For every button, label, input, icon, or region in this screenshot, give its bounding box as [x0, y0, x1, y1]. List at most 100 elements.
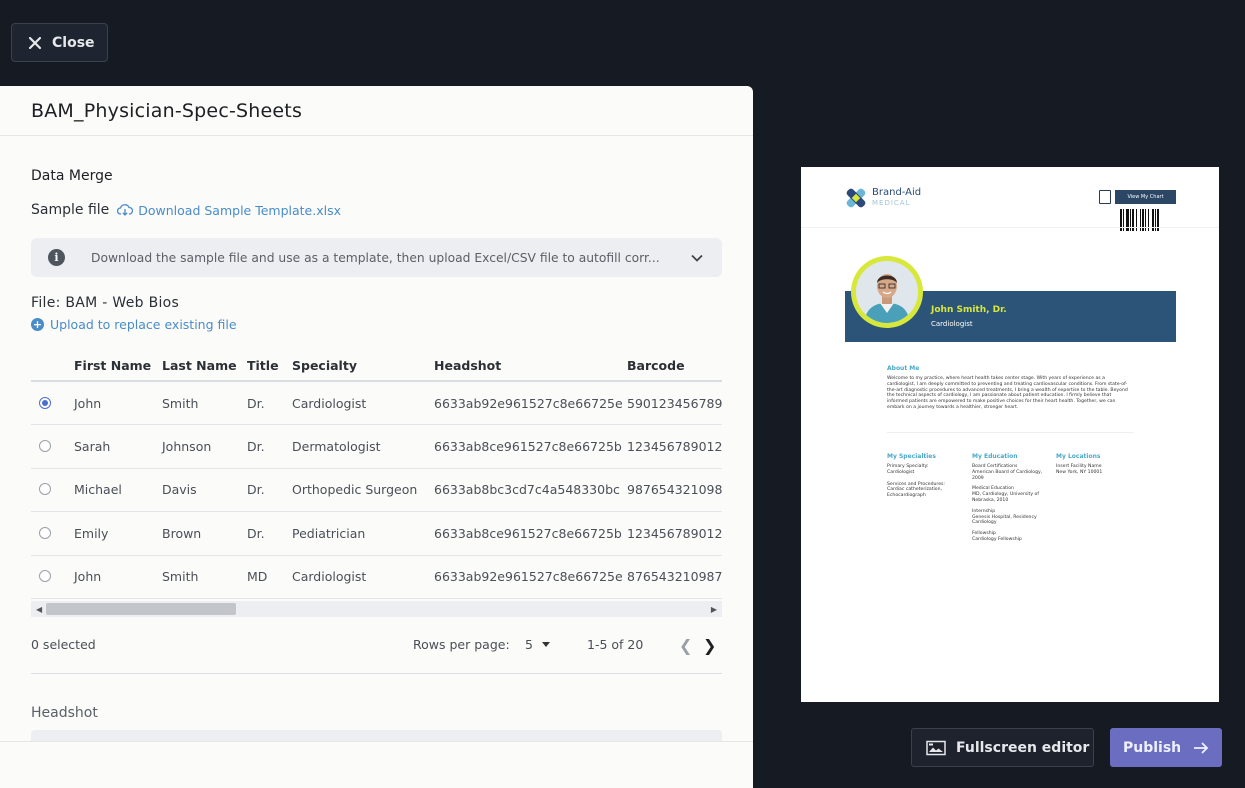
- table-cell: 123456789012: [627, 511, 722, 556]
- row-radio[interactable]: [39, 396, 51, 409]
- brand-name: Brand-Aid: [872, 187, 922, 198]
- row-radio[interactable]: [39, 483, 51, 496]
- table-row[interactable]: Emily Brown Dr. Pediatrician 6633ab8ce961527…: [31, 511, 722, 556]
- page-range: 1-5 of 20: [587, 637, 644, 652]
- chevron-left-icon[interactable]: ❮: [679, 636, 692, 655]
- chevron-right-icon[interactable]: ❯: [703, 636, 716, 655]
- table-cell: Emily: [74, 511, 162, 556]
- table-cell: 987654321098: [627, 468, 722, 512]
- table-cell: John: [74, 381, 162, 425]
- table-row[interactable]: John Smith Dr. Cardiologist 6633ab92e961527c…: [31, 381, 722, 425]
- table-cell: 876543210987: [627, 555, 722, 599]
- table-cell: Sarah: [74, 424, 162, 469]
- document-preview[interactable]: Brand-Aid MEDICAL View My Chart John Smi…: [801, 167, 1219, 702]
- image-edit-icon: [926, 740, 946, 755]
- column-header[interactable]: Title: [247, 351, 292, 382]
- education-list: Board Certifications American Board of C…: [972, 464, 1050, 543]
- info-text: Download the sample file and use as a te…: [91, 250, 660, 265]
- preview-separator: [887, 432, 1133, 433]
- section-title: Data Merge: [31, 168, 113, 184]
- table-cell: 6633ab92e961527c8e66725e: [434, 555, 627, 599]
- table-cell: 6633ab8bc3cd7c4a548330bc: [434, 468, 627, 512]
- locations-heading: My Locations: [1056, 453, 1101, 460]
- barcode-image: [1120, 209, 1159, 231]
- row-radio[interactable]: [39, 439, 51, 452]
- table-cell: Dr.: [247, 381, 292, 425]
- table-cell: Cardiologist: [292, 555, 434, 599]
- download-sample-link[interactable]: Download Sample Template.xlsx: [117, 203, 341, 218]
- table-cell: Pediatrician: [292, 511, 434, 556]
- table-cell: Smith: [162, 555, 247, 599]
- column-header[interactable]: Barcode: [627, 351, 722, 382]
- locations-list: Insert Facility Name New York, NY 10001: [1056, 464, 1136, 476]
- fullscreen-editor-button[interactable]: Fullscreen editor: [911, 728, 1094, 767]
- column-header[interactable]: First Name: [74, 351, 162, 382]
- table-header-row: First Name Last Name Title Specialty Hea…: [31, 351, 722, 382]
- fullscreen-editor-label: Fullscreen editor: [956, 739, 1090, 756]
- close-button[interactable]: Close: [11, 23, 108, 62]
- data-table: First Name Last Name Title Specialty Hea…: [31, 351, 722, 601]
- doctor-portrait: [856, 261, 918, 323]
- scrollbar-thumb[interactable]: [46, 603, 236, 615]
- table-row[interactable]: Sarah Johnson Dr. Dermatologist 6633ab8ce961…: [31, 424, 722, 469]
- row-select-cell: [31, 381, 74, 425]
- publish-button[interactable]: Publish: [1110, 728, 1222, 767]
- sample-file-row: Sample file Download Sample Template.xls…: [31, 202, 341, 218]
- clipboard-icon: [1099, 190, 1111, 204]
- info-icon: i: [48, 249, 65, 266]
- row-select-cell: [31, 511, 74, 556]
- table-cell: Orthopedic Surgeon: [292, 468, 434, 512]
- table-cell: 123456789012: [627, 424, 722, 469]
- horizontal-scrollbar[interactable]: ◀ ▶: [31, 601, 722, 617]
- specialties-heading: My Specialties: [887, 453, 936, 460]
- table-cell: Michael: [74, 468, 162, 512]
- row-select-cell: [31, 424, 74, 469]
- medical-value: MD, Cardiology, University of Nebraska, …: [972, 492, 1039, 503]
- table-cell: John: [74, 555, 162, 599]
- close-icon: [28, 36, 42, 49]
- board-value: American Board of Cardiology, 2009: [972, 469, 1043, 481]
- publish-label: Publish: [1123, 739, 1182, 756]
- education-heading: My Education: [972, 453, 1018, 460]
- scroll-left-icon[interactable]: ◀: [36, 605, 42, 614]
- row-select-cell: [31, 468, 74, 512]
- chevron-down-icon[interactable]: [690, 251, 704, 265]
- column-header[interactable]: Headshot: [434, 351, 627, 382]
- avatar: [851, 256, 923, 328]
- selected-count: 0 selected: [31, 637, 96, 652]
- table-row[interactable]: John Smith MD Cardiologist 6633ab92e961527c8…: [31, 555, 722, 599]
- caret-down-icon[interactable]: [542, 642, 550, 647]
- table-cell: 6633ab8ce961527c8e66725b: [434, 424, 627, 469]
- file-label: File: BAM - Web Bios: [31, 295, 180, 311]
- scroll-right-icon[interactable]: ▶: [711, 605, 717, 614]
- view-chart-button: View My Chart: [1115, 190, 1176, 204]
- close-label: Close: [52, 34, 95, 51]
- table-cell: Dermatologist: [292, 424, 434, 469]
- cloud-download-icon: [117, 204, 134, 216]
- info-banner[interactable]: i Download the sample file and use as a …: [31, 238, 722, 277]
- table-cell: Dr.: [247, 424, 292, 469]
- facility-value: New York, NY 10001: [1056, 469, 1103, 475]
- divider: [31, 673, 722, 674]
- pagination: 0 selected Rows per page: 5 1-5 of 20 ❮ …: [31, 636, 722, 657]
- arrow-right-icon: [1194, 741, 1209, 754]
- upload-replace-label: Upload to replace existing file: [50, 317, 237, 332]
- rows-per-page-label: Rows per page:: [413, 637, 510, 652]
- row-radio[interactable]: [39, 570, 51, 583]
- select-column-header: [31, 351, 74, 382]
- column-header[interactable]: Last Name: [162, 351, 247, 382]
- rows-per-page-select[interactable]: 5: [525, 637, 533, 652]
- table-row[interactable]: Michael Davis Dr. Orthopedic Surgeon 6633ab8…: [31, 468, 722, 512]
- row-radio[interactable]: [39, 526, 51, 539]
- row-select-cell: [31, 555, 74, 599]
- table-cell: Brown: [162, 511, 247, 556]
- upload-replace-link[interactable]: + Upload to replace existing file: [31, 317, 237, 332]
- table-cell: Smith: [162, 381, 247, 425]
- doctor-name: John Smith, Dr.: [931, 305, 1007, 315]
- fellowship-value: Cardiology Fellowship: [972, 536, 1022, 542]
- headshot-label: Headshot: [31, 705, 98, 721]
- brand-subtitle: MEDICAL: [872, 199, 911, 207]
- table-cell: 6633ab8ce961527c8e66725b: [434, 511, 627, 556]
- column-header[interactable]: Specialty: [292, 351, 434, 382]
- table-cell: Dr.: [247, 511, 292, 556]
